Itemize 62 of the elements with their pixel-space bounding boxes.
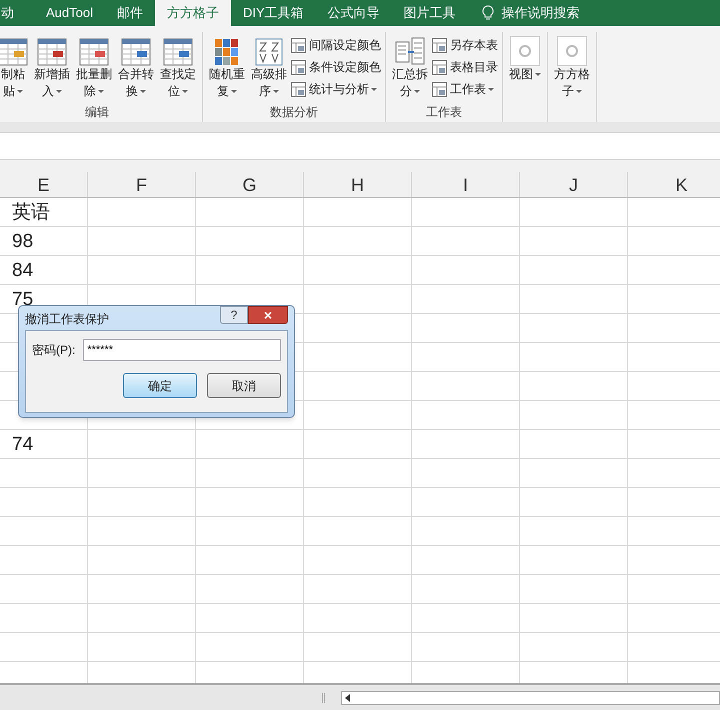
ribbon-button[interactable]: 方方格 子 <box>552 32 592 104</box>
column-header[interactable]: I <box>412 172 520 197</box>
ribbon-tab[interactable]: AudTool <box>34 0 105 26</box>
column-header[interactable]: J <box>520 172 628 197</box>
table-icon <box>37 38 67 66</box>
table-cell-text: 84 <box>11 259 34 283</box>
ribbon-tab[interactable]: 图片工具 <box>392 0 468 26</box>
ribbon-tab[interactable]: 邮件 <box>104 0 155 26</box>
group-label: 数据分析 <box>269 104 319 121</box>
sheet-icon <box>291 82 306 96</box>
column-header[interactable]: K <box>628 172 720 197</box>
table-icon <box>163 38 193 66</box>
sheet-icon <box>432 60 447 74</box>
dialog-button[interactable]: 确定 <box>123 373 197 398</box>
close-button[interactable]: × <box>248 306 288 324</box>
table-icon <box>121 38 151 66</box>
table-cell-text: 英语 <box>11 201 51 225</box>
color-blocks-icon <box>214 38 240 66</box>
table-cell-text: 74 <box>11 433 34 457</box>
dialog-title: 撤消工作表保护 <box>25 311 110 328</box>
dialog-button[interactable]: 取消 <box>207 373 281 398</box>
ribbon-tab[interactable]: 公式向导 <box>316 0 392 26</box>
column-header[interactable]: H <box>304 172 412 197</box>
document-split-icon <box>395 36 425 66</box>
table-icon <box>79 38 109 66</box>
column-header[interactable]: F <box>88 172 196 197</box>
ribbon-tab[interactable]: 动 <box>0 0 34 26</box>
ribbon-tab[interactable]: 方方格子 <box>154 0 231 26</box>
lightbulb-icon <box>482 5 494 21</box>
ribbon-small-button[interactable]: 表格目录 <box>432 56 498 78</box>
ribbon-button[interactable]: 查找定 位 <box>158 32 198 104</box>
password-label: 密码(P): <box>32 342 76 359</box>
ribbon-button[interactable]: 汇总拆 分 <box>390 32 430 104</box>
ribbon-tab[interactable]: DIY工具箱 <box>230 0 316 26</box>
ribbon-small-button[interactable]: 另存本表 <box>432 34 498 56</box>
password-field[interactable]: ****** <box>83 339 281 361</box>
ribbon-button[interactable]: 批量删 除 <box>74 32 114 104</box>
horizontal-scrollbar[interactable] <box>341 690 720 704</box>
ribbon-button[interactable]: 新增插 入 <box>32 32 72 104</box>
ribbon-small-button[interactable]: 工作表 <box>432 78 498 100</box>
sheet-icon <box>432 82 447 96</box>
sheet-icon <box>432 38 447 52</box>
sort-icon <box>255 38 283 66</box>
table-cell-text: 75 <box>11 288 34 312</box>
ribbon-button[interactable]: 合并转 换 <box>116 32 156 104</box>
ribbon-button[interactable]: 视图 <box>507 32 543 104</box>
table-cell-text: 98 <box>11 230 34 254</box>
group-label: 编辑 <box>84 104 110 121</box>
help-button[interactable]: ? <box>220 306 248 324</box>
sheet-icon <box>291 60 306 74</box>
scroll-left-icon[interactable] <box>345 694 350 702</box>
ribbon-small-button[interactable]: 间隔设定颜色 <box>291 34 381 56</box>
ribbon-button[interactable]: 高级排 序 <box>249 32 289 104</box>
ribbon-small-button[interactable]: 统计与分析 <box>291 78 381 100</box>
column-header[interactable]: G <box>196 172 304 197</box>
ribbon-button[interactable]: 随机重 复 <box>207 32 247 104</box>
tell-me-search[interactable]: 操作说明搜索 <box>502 3 580 23</box>
sheet-icon <box>291 38 306 52</box>
ribbon-button[interactable]: 制粘 贴 <box>0 32 30 104</box>
ribbon-small-button[interactable]: 条件设定颜色 <box>291 56 381 78</box>
group-label: 工作表 <box>425 104 463 121</box>
column-header[interactable]: E <box>0 172 88 197</box>
